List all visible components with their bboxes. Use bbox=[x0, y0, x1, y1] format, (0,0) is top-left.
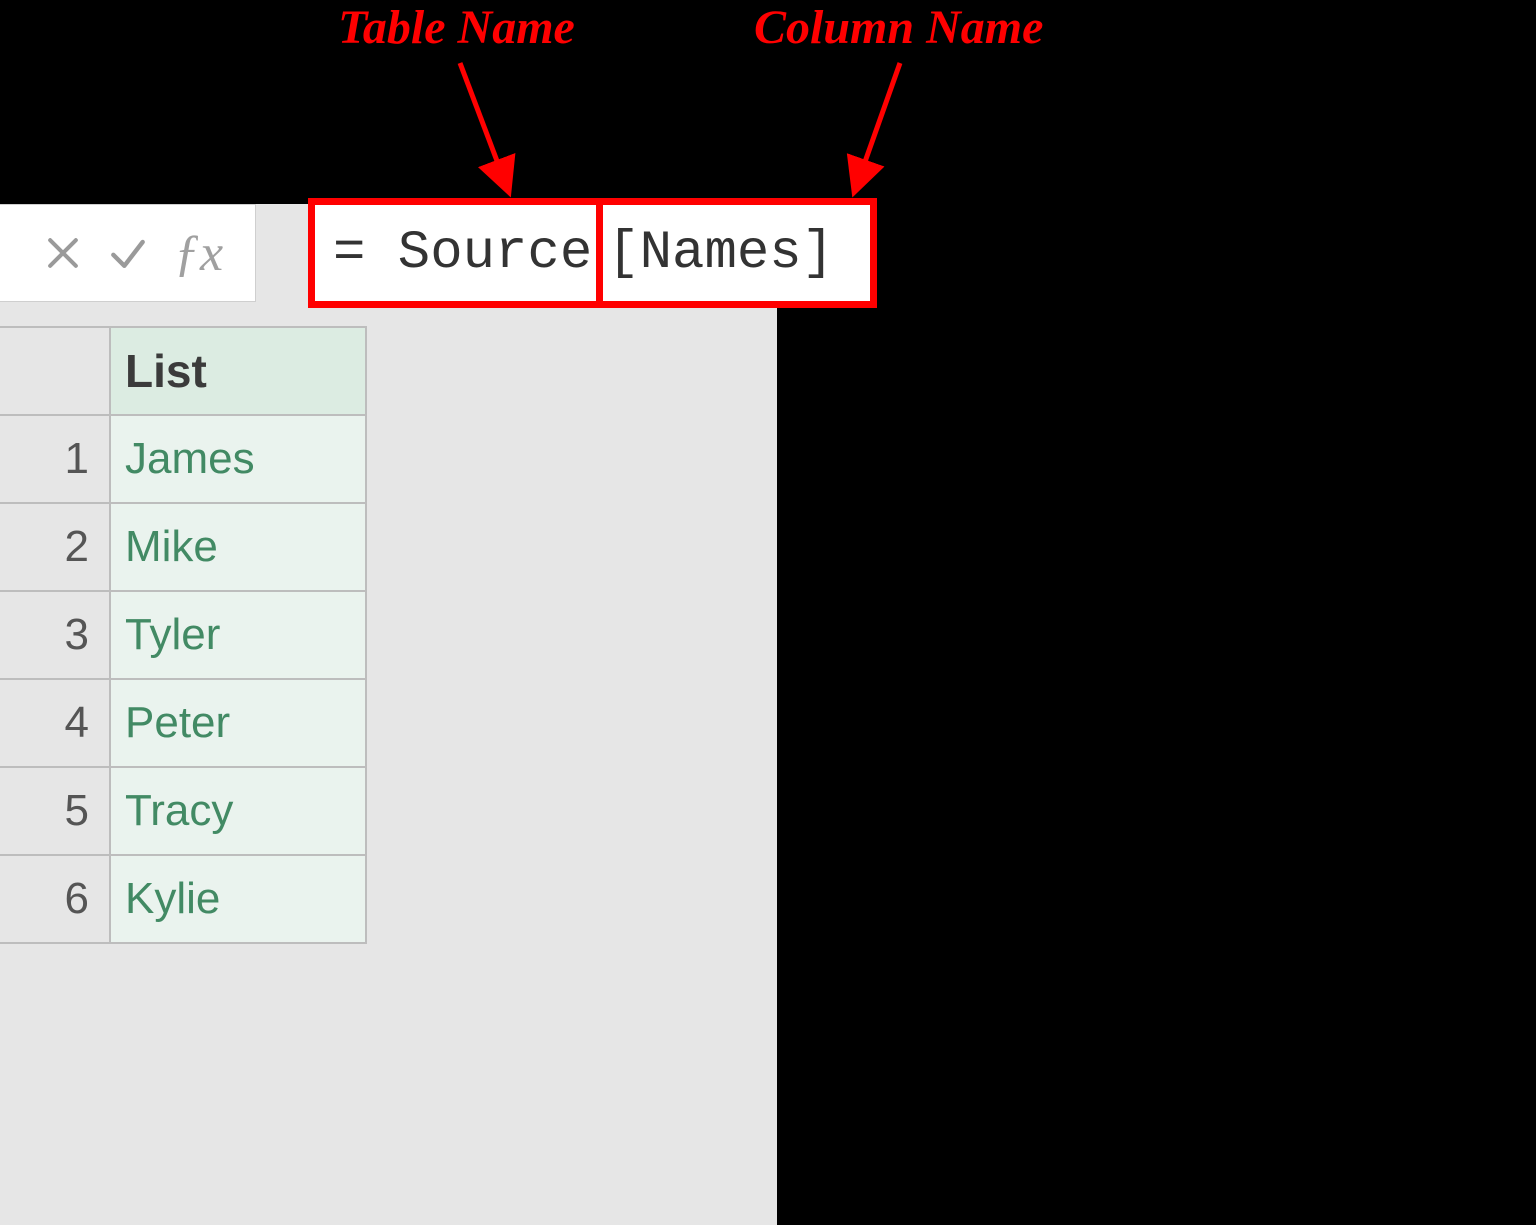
cell-value[interactable]: Mike bbox=[110, 503, 366, 591]
row-number: 4 bbox=[0, 679, 110, 767]
data-list: List 1 James 2 Mike 3 Tyler 4 Peter 5 Tr bbox=[0, 326, 367, 944]
row-number: 2 bbox=[0, 503, 110, 591]
formula-bar: ƒx bbox=[0, 204, 256, 302]
cell-value[interactable]: Tracy bbox=[110, 767, 366, 855]
row-number: 6 bbox=[0, 855, 110, 943]
cell-value[interactable]: James bbox=[110, 415, 366, 503]
cell-value[interactable]: Kylie bbox=[110, 855, 366, 943]
confirm-icon[interactable] bbox=[95, 223, 160, 283]
column-header[interactable]: List bbox=[110, 327, 366, 415]
cancel-icon[interactable] bbox=[30, 223, 95, 283]
table-row[interactable]: 6 Kylie bbox=[0, 855, 366, 943]
annotation-table-name: Table Name bbox=[338, 0, 575, 55]
annotation-column-name: Column Name bbox=[754, 0, 1043, 55]
table-row[interactable]: 3 Tyler bbox=[0, 591, 366, 679]
cell-value[interactable]: Tyler bbox=[110, 591, 366, 679]
cell-value[interactable]: Peter bbox=[110, 679, 366, 767]
table-row[interactable]: 2 Mike bbox=[0, 503, 366, 591]
row-number: 1 bbox=[0, 415, 110, 503]
table-row[interactable]: 5 Tracy bbox=[0, 767, 366, 855]
table-row[interactable]: 1 James bbox=[0, 415, 366, 503]
row-header-corner bbox=[0, 327, 110, 415]
row-number: 3 bbox=[0, 591, 110, 679]
fx-icon[interactable]: ƒx bbox=[166, 223, 231, 283]
table-row[interactable]: 4 Peter bbox=[0, 679, 366, 767]
row-number: 5 bbox=[0, 767, 110, 855]
